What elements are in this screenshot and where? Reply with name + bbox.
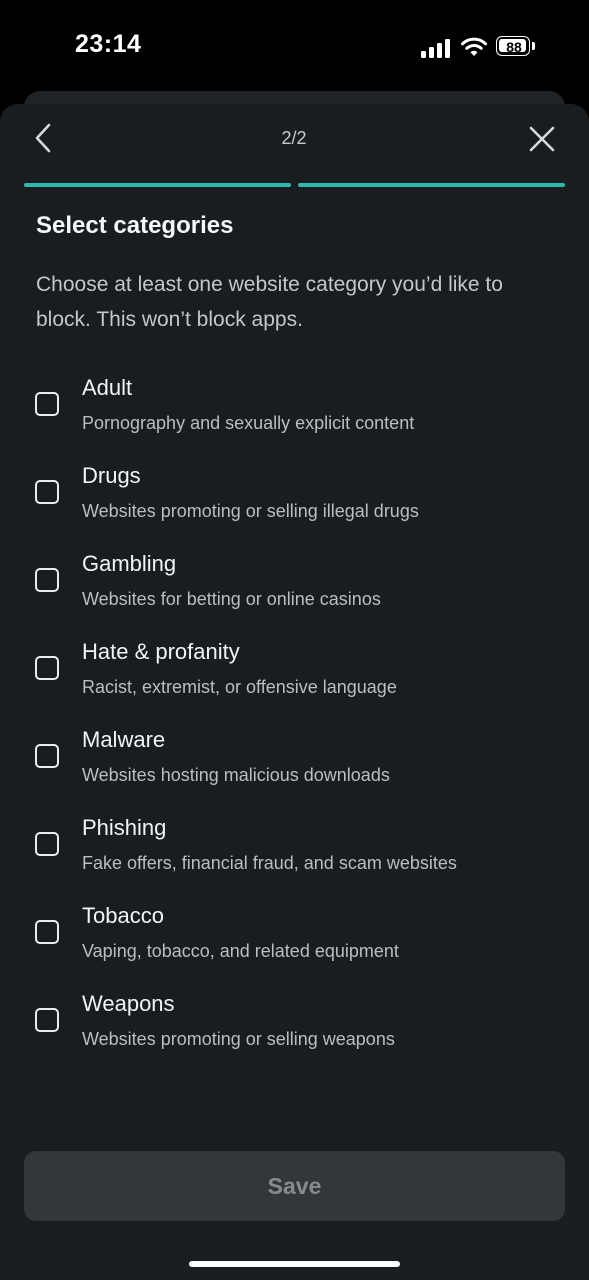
- progress-step-2: [298, 183, 565, 187]
- category-item-drugs[interactable]: Drugs Websites promoting or selling ille…: [0, 456, 589, 536]
- status-bar: 23:14 88: [0, 0, 589, 92]
- checkbox[interactable]: [35, 920, 59, 944]
- category-name: Adult: [82, 375, 133, 400]
- checkbox[interactable]: [35, 744, 59, 768]
- status-time: 23:14: [75, 30, 142, 58]
- checkbox[interactable]: [35, 1008, 59, 1032]
- category-name: Drugs: [82, 463, 141, 488]
- checkbox[interactable]: [35, 392, 59, 416]
- chevron-left-icon[interactable]: [30, 122, 56, 154]
- page-title: Select categories: [36, 212, 234, 239]
- category-description: Fake offers, financial fraud, and scam w…: [82, 853, 457, 873]
- category-item-gambling[interactable]: Gambling Websites for betting or online …: [0, 544, 589, 624]
- battery-icon: 88: [496, 36, 538, 58]
- checkbox[interactable]: [35, 656, 59, 680]
- category-name: Tobacco: [82, 903, 164, 928]
- category-description: Racist, extremist, or offensive language: [82, 677, 397, 697]
- category-description: Websites promoting or selling illegal dr…: [82, 501, 419, 521]
- wifi-icon: [461, 37, 487, 56]
- category-item-tobacco[interactable]: Tobacco Vaping, tobacco, and related equ…: [0, 896, 589, 976]
- home-indicator: [189, 1261, 400, 1267]
- checkbox[interactable]: [35, 568, 59, 592]
- save-button[interactable]: Save: [24, 1151, 565, 1221]
- checkbox[interactable]: [35, 480, 59, 504]
- step-counter: 2/2: [281, 128, 307, 148]
- battery-level: 88: [506, 39, 522, 55]
- category-name: Gambling: [82, 551, 177, 576]
- progress-step-1: [24, 183, 291, 187]
- category-description: Websites hosting malicious downloads: [82, 765, 390, 785]
- page-description: Choose at least one website category you…: [36, 273, 503, 331]
- category-name: Hate & profanity: [82, 639, 240, 664]
- category-description: Pornography and sexually explicit conten…: [82, 413, 415, 433]
- category-name: Malware: [82, 727, 166, 752]
- cellular-signal-icon: [421, 39, 450, 58]
- battery-cap: [532, 42, 535, 50]
- category-name: Phishing: [82, 815, 167, 840]
- category-description: Vaping, tobacco, and related equipment: [82, 941, 399, 961]
- category-item-adult[interactable]: Adult Pornography and sexually explicit …: [0, 368, 589, 448]
- category-description: Websites for betting or online casinos: [82, 589, 381, 609]
- close-icon[interactable]: [527, 124, 557, 154]
- battery-body: 88: [496, 36, 530, 56]
- category-item-hate-profanity[interactable]: Hate & profanity Racist, extremist, or o…: [0, 632, 589, 712]
- category-name: Weapons: [82, 991, 175, 1016]
- category-description: Websites promoting or selling weapons: [82, 1029, 395, 1049]
- category-item-malware[interactable]: Malware Websites hosting malicious downl…: [0, 720, 589, 800]
- category-item-weapons[interactable]: Weapons Websites promoting or selling we…: [0, 984, 589, 1064]
- checkbox[interactable]: [35, 832, 59, 856]
- category-item-phishing[interactable]: Phishing Fake offers, financial fraud, a…: [0, 808, 589, 888]
